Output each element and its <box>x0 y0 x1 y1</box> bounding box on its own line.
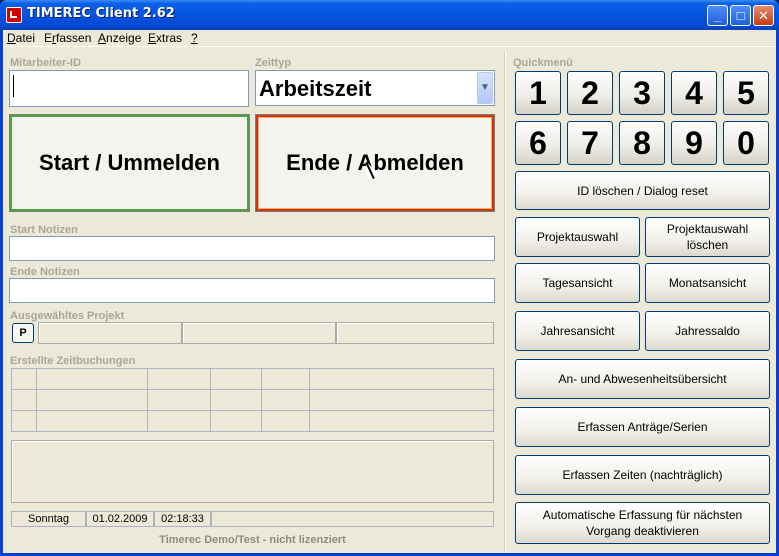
employee-id-input[interactable] <box>9 70 249 107</box>
menu-anzeige[interactable]: Anzeige <box>98 30 141 46</box>
license-note: Timerec Demo/Test - nicht lizenziert <box>159 534 346 546</box>
close-button[interactable]: ✕ <box>753 5 774 26</box>
status-empty <box>211 511 494 527</box>
digit-5-button[interactable]: 5 <box>723 71 769 115</box>
end-notes-label: Ende Notizen <box>10 266 80 278</box>
project-field-3 <box>336 322 494 344</box>
digit-3-button[interactable]: 3 <box>619 71 665 115</box>
project-clear-button[interactable]: Projektauswahl löschen <box>645 217 770 257</box>
presence-overview-button[interactable]: An- und Abwesenheitsübersicht <box>515 359 770 399</box>
employee-id-label: Mitarbeiter-ID <box>10 57 81 69</box>
reset-dialog-button[interactable]: ID löschen / Dialog reset <box>515 171 770 210</box>
maximize-button[interactable]: □ <box>730 5 751 26</box>
start-button[interactable]: Start / Ummelden <box>9 114 250 212</box>
end-button[interactable]: Ende / Abmelden <box>255 114 495 212</box>
start-notes-label: Start Notizen <box>10 224 78 236</box>
bookings-label: Erstellte Zeitbuchungen <box>10 355 136 367</box>
status-date: 01.02.2009 <box>86 511 154 527</box>
table-row[interactable] <box>11 368 494 390</box>
year-balance-button[interactable]: Jahressaldo <box>645 311 770 351</box>
menu-extras[interactable]: Extras <box>148 30 182 46</box>
year-view-button[interactable]: Jahresansicht <box>515 311 640 351</box>
digit-9-button[interactable]: 9 <box>671 121 717 165</box>
chevron-down-icon[interactable]: ▼ <box>477 72 493 104</box>
digit-0-button[interactable]: 0 <box>723 121 769 165</box>
app-window: TIMEREC Client 2.62 _ □ ✕ Datei Erfassen… <box>0 0 779 556</box>
project-field-1 <box>38 322 182 344</box>
menu-separator <box>3 46 776 47</box>
minimize-button[interactable]: _ <box>707 5 728 26</box>
menu-bar: Datei Erfassen Anzeige Extras ? <box>3 30 776 46</box>
digit-1-button[interactable]: 1 <box>515 71 561 115</box>
timetype-label: Zeittyp <box>255 57 292 69</box>
auto-capture-button[interactable]: Automatische Erfassung für nächsten Vorg… <box>515 502 770 544</box>
status-time: 02:18:33 <box>154 511 211 527</box>
menu-erfassen[interactable]: Erfassen <box>44 30 91 46</box>
quickmenu-label: Quickmenü <box>513 57 573 69</box>
info-panel <box>11 440 494 503</box>
table-row[interactable] <box>11 389 494 411</box>
digit-4-button[interactable]: 4 <box>671 71 717 115</box>
start-notes-input[interactable] <box>9 236 495 261</box>
digit-6-button[interactable]: 6 <box>515 121 561 165</box>
end-notes-input[interactable] <box>9 278 495 303</box>
timetype-select[interactable]: Arbeitszeit ▼ <box>255 70 495 106</box>
month-view-button[interactable]: Monatsansicht <box>645 263 770 303</box>
table-row[interactable] <box>11 410 494 432</box>
bookings-table <box>11 368 494 432</box>
times-later-button[interactable]: Erfassen Zeiten (nachträglich) <box>515 455 770 495</box>
digit-8-button[interactable]: 8 <box>619 121 665 165</box>
text-caret <box>13 75 14 97</box>
timetype-value: Arbeitszeit <box>259 76 372 101</box>
window-title: TIMEREC Client 2.62 <box>27 6 175 21</box>
status-day: Sonntag <box>11 511 86 527</box>
digit-2-button[interactable]: 2 <box>567 71 613 115</box>
project-label: Ausgewähltes Projekt <box>10 310 125 322</box>
project-button[interactable]: P <box>12 323 34 343</box>
menu-help[interactable]: ? <box>191 30 198 46</box>
timerec-app-icon[interactable] <box>6 7 22 23</box>
project-select-button[interactable]: Projektauswahl <box>515 217 640 257</box>
title-bar[interactable]: TIMEREC Client 2.62 _ □ ✕ <box>0 0 779 30</box>
digit-7-button[interactable]: 7 <box>567 121 613 165</box>
menu-datei[interactable]: Datei <box>7 30 35 46</box>
day-view-button[interactable]: Tagesansicht <box>515 263 640 303</box>
requests-button[interactable]: Erfassen Anträge/Serien <box>515 407 770 447</box>
project-field-2 <box>182 322 336 344</box>
